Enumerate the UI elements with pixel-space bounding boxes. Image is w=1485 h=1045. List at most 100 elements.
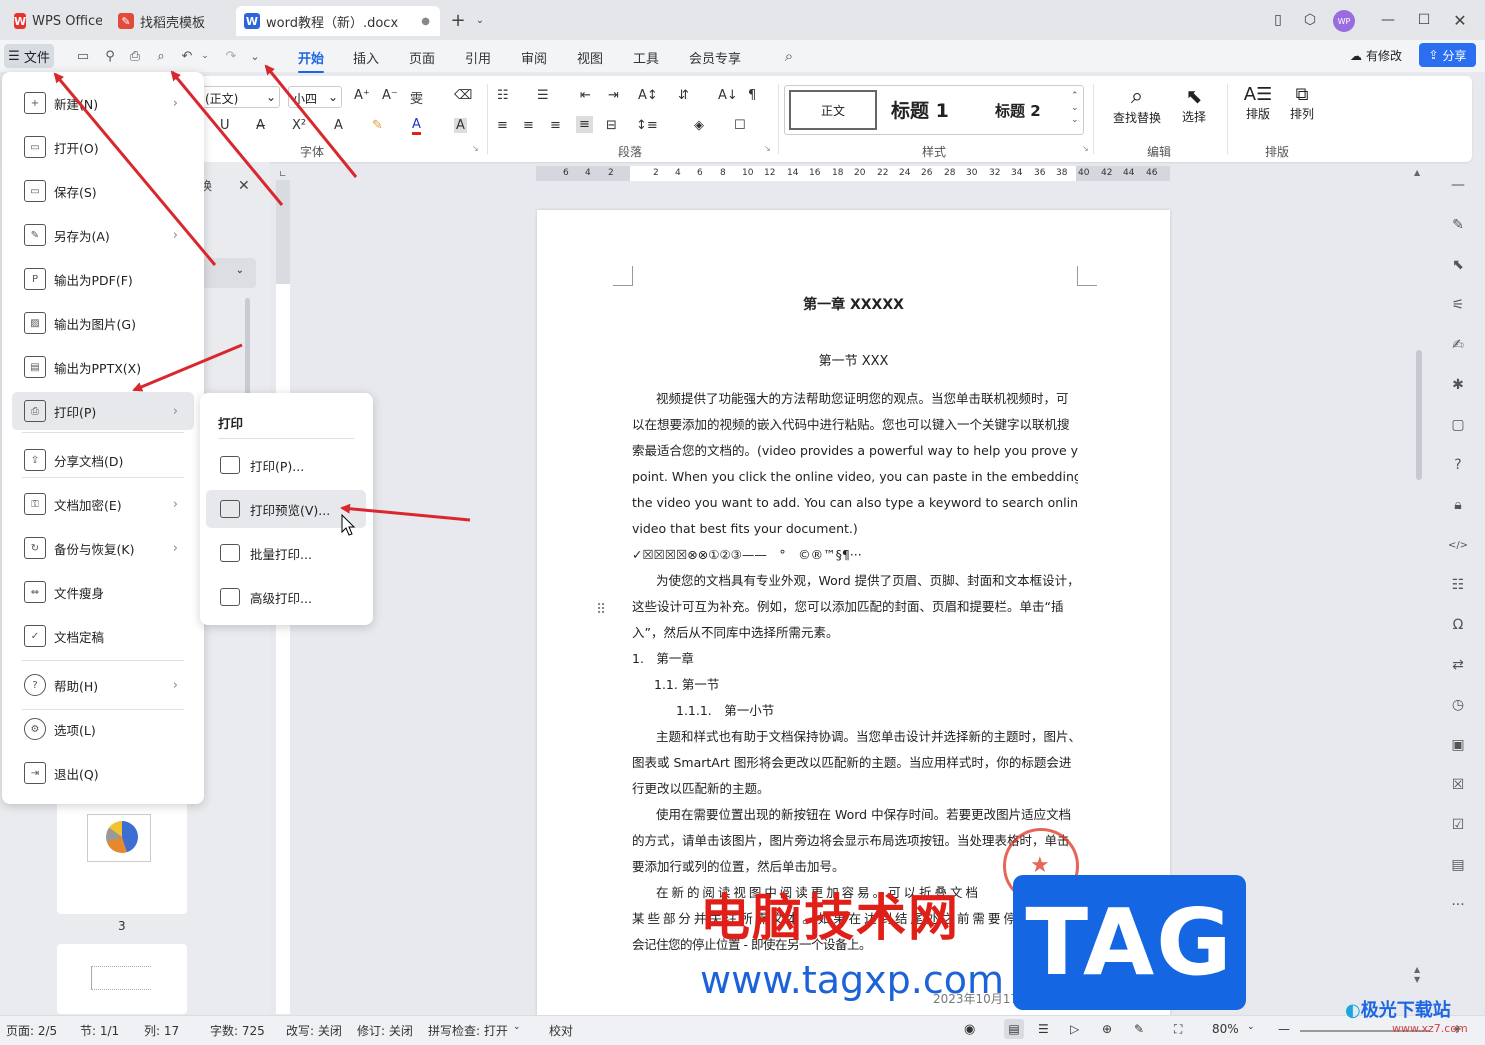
edit-icon[interactable]: ✎ xyxy=(1449,216,1467,234)
crop-icon[interactable]: ☒ xyxy=(1449,776,1467,794)
file-menu-item[interactable]: ↻ 备份与恢复(K) › xyxy=(12,529,194,567)
underline-icon[interactable]: U xyxy=(220,118,230,133)
tab-member[interactable]: 会员专享 xyxy=(689,48,741,67)
tab-word-doc[interactable]: W word教程（新）.docx ● xyxy=(236,6,440,36)
pane-close-icon[interactable]: ✕ xyxy=(238,178,250,194)
font-size-select[interactable]: 小四 ⌄ xyxy=(288,86,342,108)
share-link-icon[interactable]: ⚲ xyxy=(101,47,119,65)
bullet-list-icon[interactable]: ☷ xyxy=(497,88,509,103)
file-menu-item[interactable]: ▤ 输出为PPTX(X) xyxy=(12,348,194,386)
print-item[interactable]: 打印(P)... xyxy=(206,446,366,484)
scroll-up-icon[interactable]: ▲ xyxy=(1414,168,1424,182)
book-icon[interactable]: ▢ xyxy=(1449,416,1467,434)
undo-dropdown-icon[interactable]: ⌄ xyxy=(196,47,214,65)
align-left-icon[interactable]: ≡ xyxy=(497,118,508,133)
show-marks-icon[interactable]: ¶ xyxy=(748,88,756,103)
fit-icon[interactable]: ⛶ xyxy=(1174,1022,1182,1037)
save-icon[interactable]: ▭ xyxy=(74,47,92,65)
file-menu-item[interactable]: ⚿ 文档加密(E) › xyxy=(12,485,194,523)
ai-write-icon[interactable]: ✍ xyxy=(1449,336,1467,354)
tab-view[interactable]: 视图 xyxy=(577,48,603,67)
file-menu-item[interactable]: ✓ 文档定稿 xyxy=(12,617,194,655)
cube-icon[interactable]: ⬡ xyxy=(1300,10,1320,30)
chevron-down-icon[interactable]: ⌄ xyxy=(513,1022,521,1032)
file-menu-item[interactable]: ? 帮助(H) › xyxy=(12,666,194,704)
tab-docer-templates[interactable]: ✎ 找稻壳模板 xyxy=(110,6,230,36)
file-menu-item[interactable]: ▭ 打开(O) xyxy=(12,128,194,166)
file-menu-item[interactable]: ⇪ 分享文档(D) xyxy=(12,441,194,479)
collapse-icon[interactable]: — xyxy=(1449,176,1467,194)
styles-dialog-icon[interactable]: ↘ xyxy=(1082,144,1089,153)
file-menu-item[interactable]: ⇥ 退出(Q) xyxy=(12,754,194,792)
undo-icon[interactable]: ↶ xyxy=(178,47,196,65)
zoom-out-icon[interactable]: — xyxy=(1278,1022,1290,1036)
tab-page[interactable]: 页面 xyxy=(409,48,435,67)
text-direction-icon[interactable]: A↕ xyxy=(638,88,658,103)
font-color-icon[interactable]: A xyxy=(412,118,421,135)
status-words[interactable]: 字数: 725 xyxy=(210,1022,265,1039)
shrink-font-icon[interactable]: A⁻ xyxy=(382,88,398,103)
avatar[interactable]: WP xyxy=(1333,10,1355,32)
changes-button[interactable]: ☁ 有修改 xyxy=(1350,47,1402,64)
share-button[interactable]: ⇪ 分享 xyxy=(1419,43,1476,67)
redo-icon[interactable]: ↷ xyxy=(222,47,240,65)
highlight-icon[interactable]: ✎ xyxy=(372,118,383,133)
grow-font-icon[interactable]: A⁺ xyxy=(354,88,370,103)
tab-tools[interactable]: 工具 xyxy=(633,48,659,67)
file-menu-item[interactable]: ✎ 另存为(A) › xyxy=(12,216,194,254)
status-overtype[interactable]: 改写: 关闭 xyxy=(286,1022,342,1039)
outdent-icon[interactable]: ⇤ xyxy=(580,88,591,103)
style-heading-2[interactable]: 标题 2 xyxy=(995,100,1041,121)
unsaved-dot-icon[interactable]: ● xyxy=(421,16,430,27)
strikethrough-icon[interactable]: A̶ xyxy=(256,118,265,133)
omega-icon[interactable]: Ω xyxy=(1449,616,1467,634)
doc-scrollbar[interactable] xyxy=(1416,350,1422,480)
select-button[interactable]: ⬉ 选择 xyxy=(1172,84,1216,125)
sort-az-icon[interactable]: A↓ xyxy=(718,88,738,103)
indent-icon[interactable]: ⇥ xyxy=(608,88,619,103)
styles-scroll-icon[interactable]: ⌃ ⌄ ⌄ xyxy=(1071,90,1079,126)
print-icon[interactable]: ⎙ xyxy=(126,47,144,65)
play-icon[interactable]: ▷ xyxy=(1070,1022,1079,1036)
superscript-icon[interactable]: X² xyxy=(292,118,306,133)
drag-handle-icon[interactable]: ⠿ xyxy=(596,602,606,618)
file-menu-item[interactable]: P 输出为PDF(F) xyxy=(12,260,194,298)
chevron-down-icon[interactable]: ⌄ xyxy=(470,10,490,30)
tab-references[interactable]: 引用 xyxy=(465,48,491,67)
sort-icon[interactable]: ⇵ xyxy=(678,88,689,103)
file-menu-item[interactable]: ▨ 输出为图片(G) xyxy=(12,304,194,342)
code-icon[interactable]: </> xyxy=(1448,536,1468,554)
tab-insert[interactable]: 插入 xyxy=(353,48,379,67)
file-menu-item[interactable]: ⎙ 打印(P) › xyxy=(12,392,194,430)
status-spellcheck[interactable]: 拼写检查: 打开 xyxy=(428,1022,508,1039)
print-preview-icon[interactable]: ⌕ xyxy=(152,47,170,65)
settings-icon[interactable]: ⚟ xyxy=(1449,296,1467,314)
eraser-icon[interactable]: ⌫ xyxy=(454,88,472,103)
eye-icon[interactable]: ◉ xyxy=(964,1022,975,1037)
style-normal[interactable]: 正文 xyxy=(789,90,877,130)
document-check-icon[interactable]: ☑ xyxy=(1449,816,1467,834)
file-menu-item[interactable]: ⚙ 选项(L) xyxy=(12,710,194,748)
align-justify-icon[interactable]: ≡ xyxy=(576,116,593,133)
char-shade-icon[interactable]: A xyxy=(454,118,467,133)
document-icon[interactable]: ▤ xyxy=(1449,856,1467,874)
page-thumbnail[interactable] xyxy=(57,802,187,914)
phonetic-icon[interactable]: 雯 xyxy=(410,88,423,107)
outline-view-icon[interactable]: ☰ xyxy=(1038,1022,1049,1036)
zoom-level[interactable]: 80% xyxy=(1212,1022,1239,1036)
history-icon[interactable]: ◷ xyxy=(1449,696,1467,714)
folder-star-icon[interactable]: ▣ xyxy=(1449,736,1467,754)
search-icon[interactable]: ⌕ xyxy=(780,47,798,65)
cursor-icon[interactable]: ⬉ xyxy=(1449,256,1467,274)
shading-icon[interactable]: ◈ xyxy=(694,118,704,133)
file-menu-item[interactable]: ⇔ 文件瘦身 xyxy=(12,573,194,611)
help-circle-icon[interactable]: ? xyxy=(1449,456,1467,474)
font-name-select[interactable]: (正文) ⌄ xyxy=(200,86,280,108)
chevron-down-icon[interactable]: ⌄ xyxy=(1247,1022,1255,1032)
paragraph-dialog-icon[interactable]: ↘ xyxy=(764,144,771,153)
advanced-print-item[interactable]: 高级打印... xyxy=(206,578,366,616)
close-icon[interactable]: ✕ xyxy=(1450,10,1470,30)
page-thumbnail[interactable] xyxy=(57,944,187,1014)
status-proof[interactable]: 校对 xyxy=(549,1022,573,1039)
new-tab-icon[interactable]: + xyxy=(448,10,468,31)
